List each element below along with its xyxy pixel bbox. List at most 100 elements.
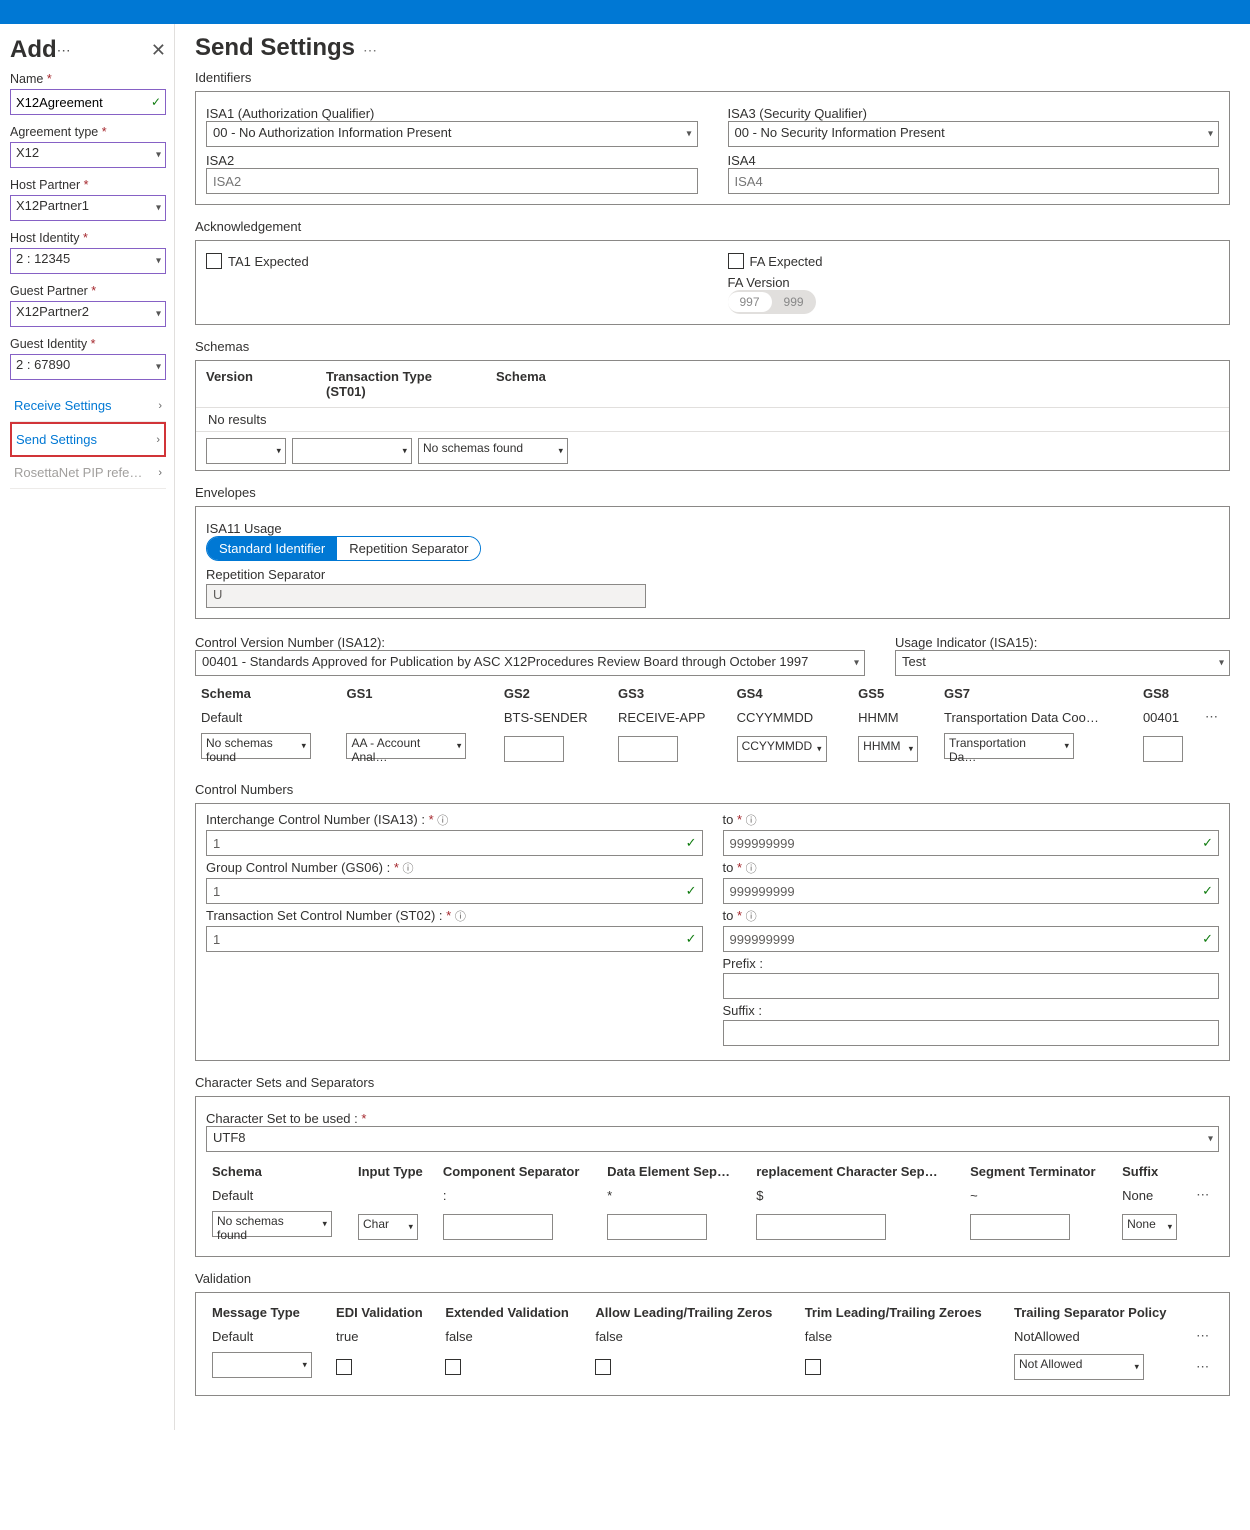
schema-select[interactable]: No schemas found▾ bbox=[418, 438, 568, 464]
prefix-input[interactable] bbox=[723, 973, 1220, 999]
nav-rosettanet[interactable]: RosettaNet PIP references › bbox=[10, 457, 166, 489]
cvn-label: Control Version Number (ISA12): bbox=[195, 635, 865, 650]
nav-receive-settings[interactable]: Receive Settings › bbox=[10, 390, 166, 422]
toggle-999[interactable]: 999 bbox=[772, 292, 816, 312]
toggle-997[interactable]: 997 bbox=[728, 292, 772, 312]
pill-standard-id[interactable]: Standard Identifier bbox=[207, 537, 337, 560]
gs1-select[interactable]: AA - Account Anal…▾ bbox=[346, 733, 466, 759]
edi-checkbox[interactable] bbox=[336, 1359, 352, 1375]
cvn-select[interactable]: 00401 - Standards Approved for Publicati… bbox=[195, 650, 865, 676]
version-select[interactable]: ▾ bbox=[206, 438, 286, 464]
data-sep-input[interactable] bbox=[607, 1214, 707, 1240]
isa2-input[interactable] bbox=[206, 168, 698, 194]
gs3-input[interactable] bbox=[618, 736, 678, 762]
usage-select[interactable]: Test▾ bbox=[895, 650, 1230, 676]
isa11-toggle[interactable]: Standard Identifier Repetition Separator bbox=[206, 536, 481, 561]
check-icon: ✓ bbox=[686, 883, 697, 899]
validation-box: Message TypeEDI Validation Extended Vali… bbox=[195, 1292, 1230, 1396]
row-menu-icon[interactable]: ⋯ bbox=[1196, 1328, 1210, 1343]
trail-select[interactable]: Not Allowed▾ bbox=[1014, 1354, 1144, 1380]
info-icon[interactable]: ⓘ bbox=[746, 911, 757, 923]
fa-checkbox[interactable] bbox=[728, 253, 744, 269]
row-menu-icon[interactable]: ⋯ bbox=[1205, 709, 1219, 724]
schemas-box: Version Transaction Type (ST01) Schema N… bbox=[195, 360, 1230, 471]
identifiers-box: ISA1 (Authorization Qualifier) 00 - No A… bbox=[195, 91, 1230, 205]
col-schema: Schema bbox=[195, 682, 340, 705]
ext-checkbox[interactable] bbox=[445, 1359, 461, 1375]
info-icon[interactable]: ⓘ bbox=[746, 815, 757, 827]
nav-label: RosettaNet PIP references bbox=[14, 465, 144, 480]
page-title: Send Settings⋯ bbox=[195, 34, 1230, 62]
sidebar-panel: Add ⋯ ✕ Name ✓ Agreement type X12 ▾ Host… bbox=[0, 24, 175, 1430]
repl-sep-input[interactable] bbox=[756, 1214, 886, 1240]
row-menu-icon[interactable]: ⋯ bbox=[1196, 1359, 1210, 1374]
info-icon[interactable]: ⓘ bbox=[746, 863, 757, 875]
input-type-select[interactable]: Char▾ bbox=[358, 1214, 418, 1240]
gs4-select[interactable]: CCYYMMDD▾ bbox=[737, 736, 827, 762]
icn-from-input[interactable] bbox=[206, 830, 703, 856]
rep-sep-input: U bbox=[206, 584, 646, 608]
gs2-input[interactable] bbox=[504, 736, 564, 762]
suffix-select[interactable]: None▾ bbox=[1122, 1214, 1177, 1240]
suffix-input[interactable] bbox=[723, 1020, 1220, 1046]
host-identity-select[interactable]: 2 : 12345 bbox=[10, 248, 166, 274]
tscn-label: Transaction Set Control Number (ST02) : bbox=[206, 908, 443, 923]
ta1-checkbox[interactable] bbox=[206, 253, 222, 269]
ctrl-box: Interchange Control Number (ISA13) : * ⓘ… bbox=[195, 803, 1230, 1061]
fa-label: FA Expected bbox=[750, 254, 823, 269]
check-icon: ✓ bbox=[686, 835, 697, 851]
close-icon[interactable]: ✕ bbox=[151, 40, 166, 61]
row-menu-icon[interactable]: ⋯ bbox=[1196, 1187, 1210, 1202]
sidebar-title: Add bbox=[10, 36, 57, 64]
gs5-select[interactable]: HHMM▾ bbox=[858, 736, 918, 762]
fa-version-toggle[interactable]: 997 999 bbox=[728, 290, 816, 314]
rep-sep-label: Repetition Separator bbox=[206, 567, 1219, 582]
lead-checkbox[interactable] bbox=[595, 1359, 611, 1375]
guest-identity-select[interactable]: 2 : 67890 bbox=[10, 354, 166, 380]
gcn-from-input[interactable] bbox=[206, 878, 703, 904]
prefix-label: Prefix : bbox=[723, 956, 1220, 971]
guest-partner-select[interactable]: X12Partner2 bbox=[10, 301, 166, 327]
col-gs4: GS4 bbox=[731, 682, 853, 705]
txn-select[interactable]: ▾ bbox=[292, 438, 412, 464]
gcn-label: Group Control Number (GS06) : bbox=[206, 860, 390, 875]
isa3-select[interactable]: 00 - No Security Information Present▾ bbox=[728, 121, 1220, 147]
name-input[interactable] bbox=[10, 89, 166, 115]
host-partner-select[interactable]: X12Partner1 bbox=[10, 195, 166, 221]
type-select[interactable]: X12 bbox=[10, 142, 166, 168]
schema-select[interactable]: No schemas found▾ bbox=[212, 1211, 332, 1237]
more-icon[interactable]: ⋯ bbox=[363, 42, 377, 58]
usage-label: Usage Indicator (ISA15): bbox=[895, 635, 1230, 650]
info-icon[interactable]: ⓘ bbox=[437, 815, 448, 827]
nav-label: Receive Settings bbox=[14, 398, 112, 413]
no-results: No results bbox=[196, 408, 1229, 431]
gs7-select[interactable]: Transportation Da…▾ bbox=[944, 733, 1074, 759]
charset-box: Character Set to be used : * UTF8▾ Schem… bbox=[195, 1096, 1230, 1257]
info-icon[interactable]: ⓘ bbox=[455, 911, 466, 923]
col-version: Version bbox=[206, 369, 296, 399]
table-row-edit: No schemas found▾ AA - Account Anal…▾ CC… bbox=[195, 729, 1230, 768]
trim-checkbox[interactable] bbox=[805, 1359, 821, 1375]
more-icon[interactable]: ⋯ bbox=[57, 42, 71, 59]
msg-type-select[interactable]: ▾ bbox=[212, 1352, 312, 1378]
cs-select[interactable]: UTF8▾ bbox=[206, 1126, 1219, 1152]
tscn-to-input[interactable] bbox=[723, 926, 1220, 952]
suffix-label: Suffix : bbox=[723, 1003, 1220, 1018]
isa4-input[interactable] bbox=[728, 168, 1220, 194]
gs8-input[interactable] bbox=[1143, 736, 1183, 762]
seg-term-input[interactable] bbox=[970, 1214, 1070, 1240]
col-gs2: GS2 bbox=[498, 682, 612, 705]
comp-sep-input[interactable] bbox=[443, 1214, 553, 1240]
cs-label: Character Set to be used : bbox=[206, 1111, 358, 1126]
isa1-select[interactable]: 00 - No Authorization Information Presen… bbox=[206, 121, 698, 147]
schema-select[interactable]: No schemas found▾ bbox=[201, 733, 311, 759]
nav-send-settings[interactable]: Send Settings › bbox=[10, 422, 166, 457]
col-txn: Transaction Type (ST01) bbox=[326, 369, 466, 399]
check-icon: ✓ bbox=[1202, 931, 1213, 947]
tscn-from-input[interactable] bbox=[206, 926, 703, 952]
info-icon[interactable]: ⓘ bbox=[403, 863, 414, 875]
chevron-down-icon: ▾ bbox=[686, 129, 691, 140]
icn-to-input[interactable] bbox=[723, 830, 1220, 856]
pill-rep-sep[interactable]: Repetition Separator bbox=[337, 537, 480, 560]
gcn-to-input[interactable] bbox=[723, 878, 1220, 904]
